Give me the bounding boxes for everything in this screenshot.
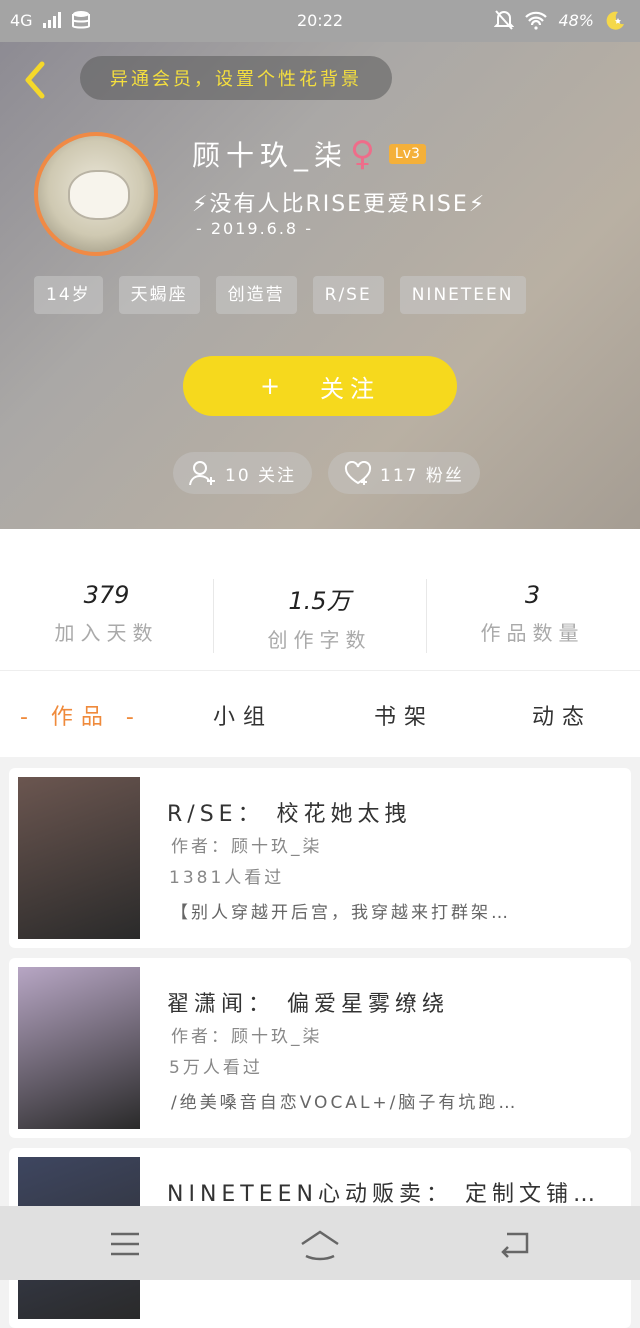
following-button[interactable]: 10 关注	[173, 452, 313, 494]
work-author: 作者：顾十玖_柒	[171, 837, 323, 857]
tag-zodiac: 天蝎座	[118, 276, 200, 314]
work-cover-image	[18, 967, 140, 1129]
work-card[interactable]: R/SE： 校花她太拽 作者：顾十玖_柒 1381人看过 【别人穿越开后宫，我穿…	[9, 768, 631, 948]
tag-age: 14岁	[34, 276, 103, 314]
work-description: /绝美嗓音自恋VOCAL+/脑子有坑跑…	[171, 1093, 519, 1113]
vip-banner[interactable]: 异通会员，设置个性花背景	[80, 56, 392, 100]
stat-works-label: 作品数量	[480, 621, 585, 645]
stat-days-label: 加入天数	[54, 621, 159, 645]
plus-icon: +	[259, 372, 281, 400]
tab-activity[interactable]: 动态	[532, 699, 592, 731]
female-icon: ♀	[350, 134, 381, 174]
back-icon[interactable]	[495, 1224, 535, 1264]
heart-icon	[344, 461, 372, 485]
battery-label: 48%	[558, 10, 594, 30]
stat-words-label: 创作字数	[267, 628, 372, 652]
work-views: 1381人看过	[169, 868, 285, 888]
work-description: 【别人穿越开后宫，我穿越来打群架…	[171, 903, 511, 923]
tab-groups[interactable]: 小组	[213, 699, 273, 731]
fans-count: 117 粉丝	[380, 465, 464, 486]
profile-tags: 14岁 天蝎座 创造营 R/SE NINETEEN	[34, 276, 526, 314]
avatar[interactable]	[34, 132, 158, 256]
moon-star-icon	[606, 11, 624, 30]
profile-header: 异通会员，设置个性花背景 顾十玖_柒 ♀ Lv3 ⚡没有人比RISE更爱RISE…	[0, 42, 640, 529]
profile-name-row: 顾十玖_柒 ♀ Lv3	[192, 134, 426, 174]
wifi-icon	[525, 11, 548, 30]
tab-bookshelf[interactable]: 书架	[374, 699, 434, 731]
system-nav-bar	[0, 1206, 640, 1280]
home-icon[interactable]	[298, 1224, 342, 1264]
level-badge: Lv3	[388, 144, 426, 164]
menu-icon[interactable]	[105, 1224, 145, 1264]
stat-words-value: 1.5万	[288, 587, 351, 615]
stat-works-value: 3	[524, 581, 541, 609]
tag-nineteen: NINETEEN	[399, 276, 526, 314]
follow-label: 关注	[320, 374, 381, 403]
stat-days-value: 379	[83, 581, 130, 609]
profile-signature: ⚡没有人比RISE更爱RISE⚡	[192, 192, 487, 217]
following-count: 10 关注	[225, 465, 297, 486]
tag-show: 创造营	[215, 276, 297, 314]
chevron-left-icon[interactable]	[18, 58, 54, 102]
profile-tabs: - 作品 - 小组 书架 动态	[0, 671, 640, 757]
work-title: R/SE： 校花她太拽	[167, 802, 412, 827]
status-right: 48%	[494, 9, 626, 31]
stats-panel: 379 加入天数 1.5万 创作字数 3 作品数量	[0, 529, 640, 671]
work-card[interactable]: 翟潇闻： 偏爱星雾缭绕 作者：顾十玖_柒 5万人看过 /绝美嗓音自恋VOCAL+…	[9, 958, 631, 1138]
mute-bell-icon	[494, 10, 515, 30]
work-cover-image	[18, 777, 140, 939]
tab-works[interactable]: - 作品 -	[20, 699, 142, 731]
user-add-icon	[189, 461, 215, 486]
work-title: 翟潇闻： 偏爱星雾缭绕	[167, 992, 449, 1017]
stat-words: 1.5万 创作字数	[213, 581, 426, 653]
avatar-figure	[68, 170, 130, 220]
stat-days: 379 加入天数	[0, 581, 213, 646]
stat-works: 3 作品数量	[426, 581, 639, 646]
profile-date: - 2019.6.8 -	[196, 219, 313, 238]
status-bar: 4G 20:22 48%	[0, 0, 640, 42]
fans-button[interactable]: 117 粉丝	[328, 452, 480, 494]
tag-group: R/SE	[312, 276, 384, 314]
follow-button[interactable]: + 关注	[183, 356, 457, 416]
work-title: NINETEEN心动贩卖： 定制文铺…	[167, 1182, 600, 1207]
work-author: 作者：顾十玖_柒	[171, 1027, 323, 1047]
profile-name: 顾十玖_柒	[192, 139, 349, 172]
work-views: 5万人看过	[169, 1058, 263, 1078]
